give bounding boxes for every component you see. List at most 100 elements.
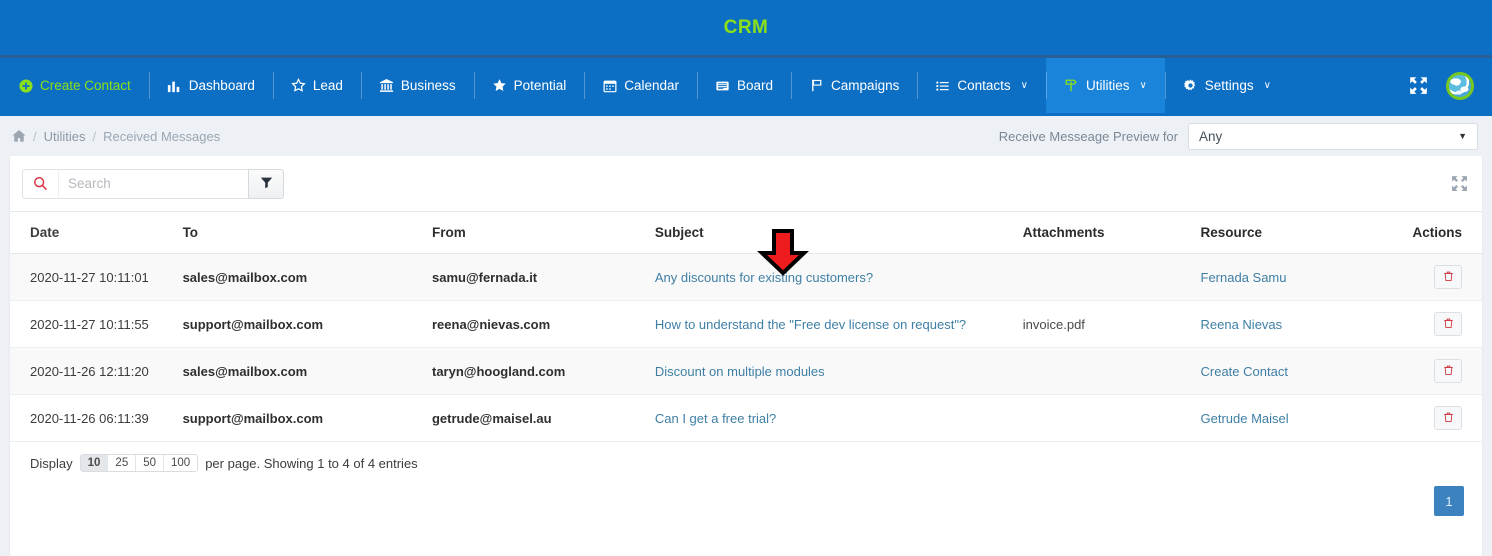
preview-filter-value: Any xyxy=(1199,128,1223,144)
cell-subject: Any discounts for existing customers? xyxy=(654,253,1023,301)
brand-row: CRM xyxy=(0,0,1492,58)
cell-from: taryn@hoogland.com xyxy=(431,347,655,395)
app-title: CRM xyxy=(723,16,769,38)
nav-item-contacts[interactable]: Contacts ∨ xyxy=(917,58,1046,113)
delete-button[interactable] xyxy=(1434,406,1462,430)
cell-resource: Getrude Maisel xyxy=(1200,394,1388,442)
cell-actions xyxy=(1387,347,1482,395)
delete-button[interactable] xyxy=(1434,359,1462,383)
pagination: 1 xyxy=(10,472,1482,516)
nav-label: Utilities xyxy=(1085,78,1130,93)
breadcrumb-item-utilities[interactable]: Utilities xyxy=(44,129,86,144)
subject-link[interactable]: Can I get a free trial? xyxy=(655,411,776,426)
map-signs-icon xyxy=(1064,78,1079,93)
cell-attachment xyxy=(1022,394,1201,442)
cell-to: support@mailbox.com xyxy=(182,394,432,442)
cell-actions xyxy=(1387,253,1482,301)
nav-label: Create Contact xyxy=(40,78,131,93)
resource-link[interactable]: Fernada Samu xyxy=(1201,270,1287,285)
breadcrumb: / Utilities / Received Messages xyxy=(12,129,220,144)
nav-label: Dashboard xyxy=(188,78,255,93)
delete-button[interactable] xyxy=(1434,312,1462,336)
breadcrumb-separator: / xyxy=(33,128,37,144)
page-size-25[interactable]: 25 xyxy=(108,455,137,471)
nav-item-lead[interactable]: Lead xyxy=(272,58,361,113)
card-toolbar xyxy=(10,156,1482,212)
page-root: CRM Create Contact Dashboard Lead Busine… xyxy=(0,0,1492,556)
search-input[interactable] xyxy=(58,168,248,199)
cell-to: sales@mailbox.com xyxy=(182,347,432,395)
home-icon[interactable] xyxy=(12,129,26,143)
page-size-group: 10 25 50 100 xyxy=(79,454,199,472)
cell-from: samu@fernada.it xyxy=(431,253,655,301)
star-filled-icon xyxy=(492,78,507,93)
column-header-to[interactable]: To xyxy=(182,212,432,254)
filter-button[interactable] xyxy=(248,168,284,199)
preview-filter-select[interactable]: Any ▼ xyxy=(1188,122,1478,150)
cell-actions xyxy=(1387,394,1482,442)
subject-link[interactable]: Discount on multiple modules xyxy=(655,364,825,379)
nav-label: Campaigns xyxy=(831,78,900,93)
entries-info: per page. Showing 1 to 4 of 4 entries xyxy=(205,455,418,471)
cell-attachment xyxy=(1022,347,1201,395)
delete-button[interactable] xyxy=(1434,265,1462,289)
nav-label: Board xyxy=(737,78,774,93)
subject-link[interactable]: Any discounts for existing customers? xyxy=(655,270,873,285)
resource-link[interactable]: Create Contact xyxy=(1201,364,1288,379)
bank-icon xyxy=(379,78,394,93)
nav-item-campaigns[interactable]: Campaigns xyxy=(791,58,917,113)
expand-arrows-icon[interactable] xyxy=(1409,76,1428,95)
nav-item-calendar[interactable]: Calendar xyxy=(584,58,697,113)
cell-date: 2020-11-27 10:11:55 xyxy=(10,300,183,348)
page-button-1[interactable]: 1 xyxy=(1434,486,1464,516)
cell-attachment: invoice.pdf xyxy=(1022,300,1201,348)
trash-icon xyxy=(1443,364,1454,379)
attachment-link[interactable]: invoice.pdf xyxy=(1023,317,1085,332)
cell-subject: Discount on multiple modules xyxy=(654,347,1023,395)
cell-from: getrude@maisel.au xyxy=(431,394,655,442)
nav-item-potential[interactable]: Potential xyxy=(473,58,585,113)
table-body: 2020-11-27 10:11:01 sales@mailbox.com sa… xyxy=(10,253,1482,442)
cell-subject: How to understand the "Free dev license … xyxy=(654,300,1023,348)
nav-right-group xyxy=(1409,58,1492,113)
nav-item-business[interactable]: Business xyxy=(360,58,474,113)
table-row: 2020-11-26 12:11:20 sales@mailbox.com ta… xyxy=(10,347,1482,395)
column-header-subject[interactable]: Subject xyxy=(654,212,1023,254)
column-header-actions: Actions xyxy=(1387,212,1482,254)
board-icon xyxy=(715,78,730,93)
resource-link[interactable]: Reena Nievas xyxy=(1201,317,1283,332)
toolbar-expand-icon[interactable] xyxy=(1451,175,1468,192)
table-row: 2020-11-26 06:11:39 support@mailbox.com … xyxy=(10,394,1482,442)
table-footer: Display 10 25 50 100 per page. Showing 1… xyxy=(10,442,1482,472)
resource-link[interactable]: Getrude Maisel xyxy=(1201,411,1289,426)
gear-icon xyxy=(1183,78,1198,93)
column-header-attachments[interactable]: Attachments xyxy=(1022,212,1201,254)
table-header-row: Date To From Subject Attachments Resourc… xyxy=(10,212,1482,254)
column-header-from[interactable]: From xyxy=(431,212,655,254)
plus-circle-icon xyxy=(18,78,33,93)
main-nav: Create Contact Dashboard Lead Business P… xyxy=(0,58,1492,113)
calendar-icon xyxy=(602,78,617,93)
messages-card: Date To From Subject Attachments Resourc… xyxy=(10,156,1482,556)
chevron-down-icon: ∨ xyxy=(1263,80,1271,91)
cell-attachment xyxy=(1022,253,1201,301)
cell-resource: Fernada Samu xyxy=(1200,253,1388,301)
column-header-date[interactable]: Date xyxy=(10,212,183,254)
preview-filter-group: Receive Messeage Preview for Any ▼ xyxy=(999,122,1478,150)
globe-avatar-icon[interactable] xyxy=(1446,71,1474,100)
breadcrumb-bar: / Utilities / Received Messages Receive … xyxy=(0,116,1492,156)
cell-resource: Create Contact xyxy=(1200,347,1388,395)
nav-item-create-contact[interactable]: Create Contact xyxy=(0,58,149,113)
display-label: Display xyxy=(30,455,73,471)
nav-item-settings[interactable]: Settings ∨ xyxy=(1164,58,1289,113)
nav-item-dashboard[interactable]: Dashboard xyxy=(148,58,273,113)
chevron-down-icon: ∨ xyxy=(1020,80,1028,91)
subject-link[interactable]: How to understand the "Free dev license … xyxy=(655,317,966,332)
nav-item-board[interactable]: Board xyxy=(697,58,791,113)
page-size-100[interactable]: 100 xyxy=(164,455,198,471)
page-size-10[interactable]: 10 xyxy=(80,455,109,471)
column-header-resource[interactable]: Resource xyxy=(1200,212,1388,254)
nav-item-utilities[interactable]: Utilities ∨ xyxy=(1045,58,1165,113)
page-size-50[interactable]: 50 xyxy=(136,455,165,471)
table-row: 2020-11-27 10:11:01 sales@mailbox.com sa… xyxy=(10,253,1482,301)
